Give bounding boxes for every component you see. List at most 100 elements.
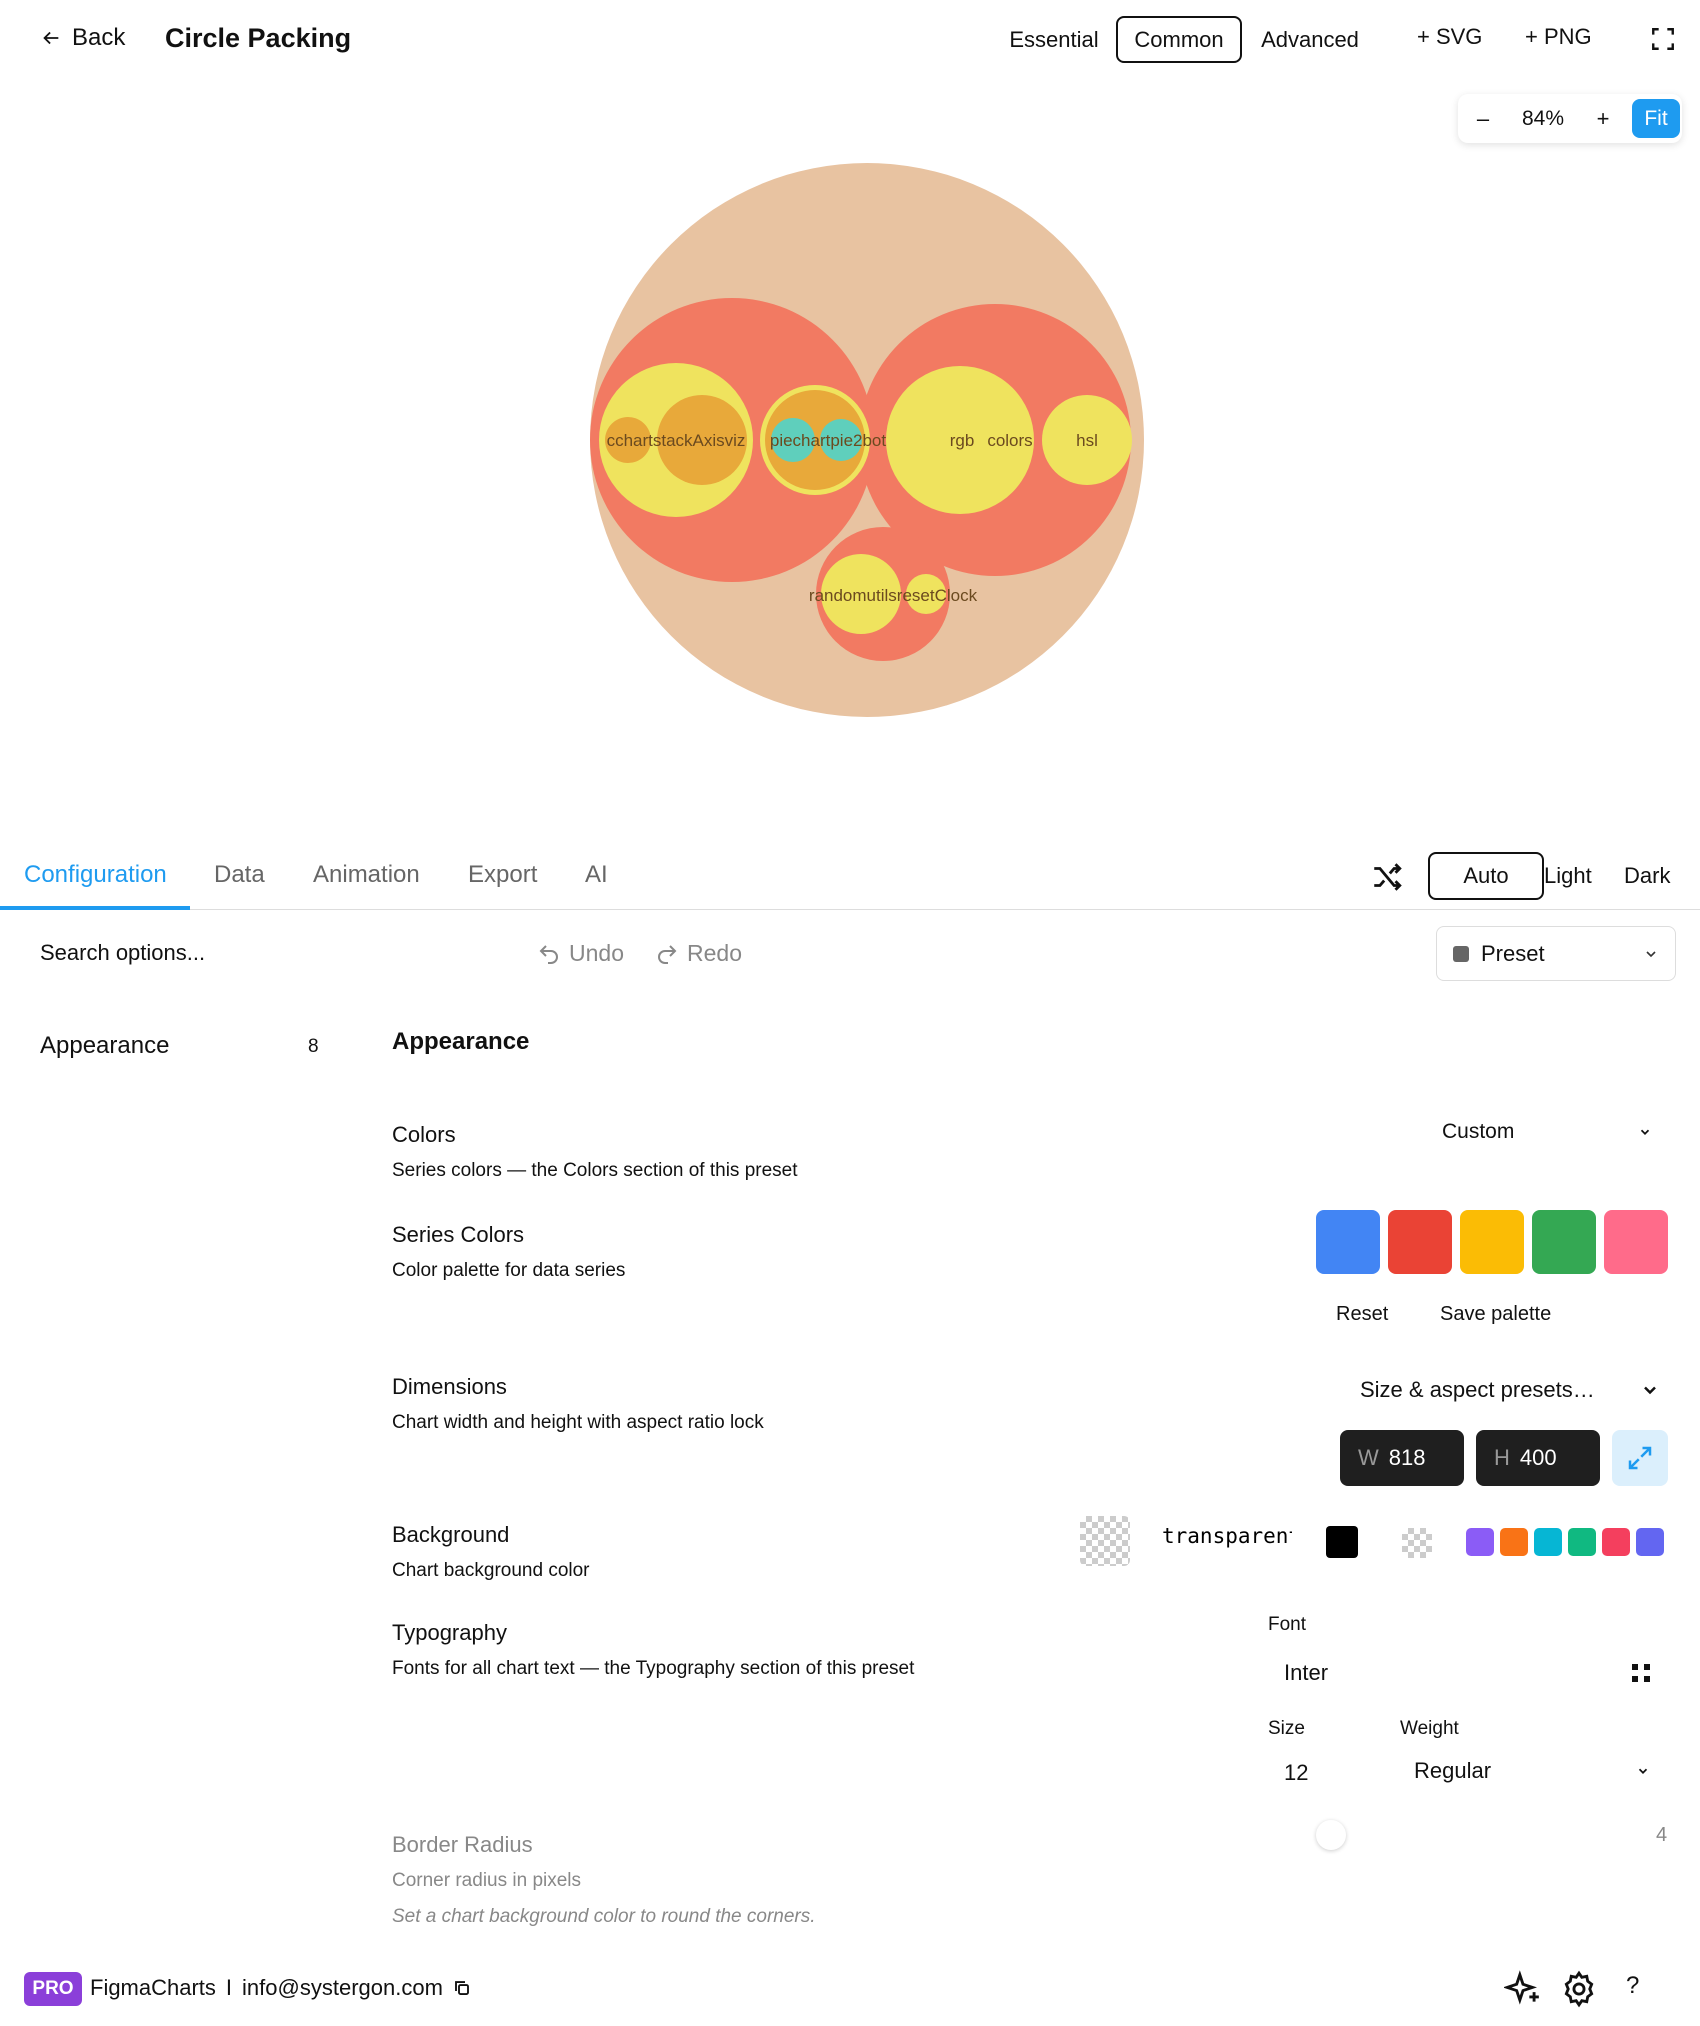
pro-badge: PRO bbox=[24, 1972, 82, 2006]
back-label: Back bbox=[72, 24, 126, 51]
series-color-swatch-5[interactable] bbox=[1604, 1210, 1668, 1274]
background-quick-swatch-3[interactable] bbox=[1534, 1528, 1562, 1556]
background-quick-swatch-5[interactable] bbox=[1602, 1528, 1630, 1556]
save-palette-button[interactable]: Save palette bbox=[1440, 1303, 1551, 1326]
preset-label: Preset bbox=[1481, 940, 1545, 966]
height-key: H bbox=[1494, 1445, 1510, 1470]
border-radius-desc: Corner radius in pixels bbox=[392, 1870, 582, 1891]
footer-separator: I bbox=[225, 1975, 233, 2000]
active-tab-indicator bbox=[0, 906, 190, 910]
background-color-preview[interactable] bbox=[1080, 1516, 1130, 1566]
weight-label: Weight bbox=[1400, 1718, 1459, 1739]
dimensions-desc: Chart width and height with aspect ratio… bbox=[392, 1412, 764, 1433]
mode-essential[interactable]: Essential bbox=[998, 16, 1110, 63]
background-black-swatch[interactable] bbox=[1326, 1526, 1358, 1558]
expand-icon bbox=[1628, 1446, 1652, 1470]
colors-select-value: Custom bbox=[1442, 1120, 1515, 1143]
mode-common[interactable]: Common bbox=[1116, 16, 1242, 63]
grid-icon[interactable] bbox=[1630, 1662, 1652, 1684]
arrow-left-icon bbox=[43, 31, 59, 45]
background-desc: Chart background color bbox=[392, 1560, 590, 1581]
chart-label-utils: randomutilsresetClock bbox=[809, 586, 978, 605]
chart-label-rgb: rgb bbox=[950, 431, 975, 450]
chart-label-pie: piechartpie2bot bbox=[770, 431, 887, 450]
copy-icon[interactable] bbox=[453, 1979, 471, 1997]
tab-configuration[interactable]: Configuration bbox=[24, 861, 167, 889]
shuffle-icon[interactable] bbox=[1370, 860, 1404, 894]
undo-button[interactable]: Undo bbox=[537, 940, 624, 967]
colors-select[interactable]: Custom bbox=[1442, 1120, 1652, 1144]
border-radius-label: Border Radius bbox=[392, 1832, 533, 1857]
ai-sparkle-icon[interactable] bbox=[1504, 1970, 1542, 2008]
background-label: Background bbox=[392, 1522, 510, 1547]
circle-packing-chart: cchartstackAxisviz piechartpie2bot rgb c… bbox=[590, 163, 1144, 717]
zoom-fit-button[interactable]: Fit bbox=[1632, 99, 1680, 138]
series-color-swatch-1[interactable] bbox=[1316, 1210, 1380, 1274]
aspect-lock-button[interactable] bbox=[1612, 1430, 1668, 1486]
tab-data[interactable]: Data bbox=[214, 861, 265, 889]
chart-label-colors: colors bbox=[987, 431, 1032, 450]
theme-auto[interactable]: Auto bbox=[1428, 852, 1544, 900]
width-field[interactable]: W bbox=[1340, 1430, 1464, 1486]
search-options-input[interactable] bbox=[40, 940, 500, 966]
tab-animation[interactable]: Animation bbox=[313, 861, 420, 889]
contact-email[interactable]: info@systergon.com bbox=[242, 1975, 443, 2001]
theme-light-label[interactable]: Light bbox=[1544, 852, 1592, 900]
series-color-swatch-2[interactable] bbox=[1388, 1210, 1452, 1274]
font-weight-select[interactable]: Regular bbox=[1414, 1758, 1491, 1784]
size-label: Size bbox=[1268, 1718, 1305, 1739]
sidebar-item-count: 8 bbox=[308, 1036, 319, 1057]
background-quick-swatch-4[interactable] bbox=[1568, 1528, 1596, 1556]
font-select[interactable]: Inter bbox=[1284, 1660, 1328, 1686]
colors-desc: Series colors — the Colors section of th… bbox=[392, 1160, 798, 1181]
redo-label: Redo bbox=[687, 940, 742, 966]
background-quick-swatch-1[interactable] bbox=[1466, 1528, 1494, 1556]
chevron-down-icon bbox=[1638, 1768, 1648, 1774]
chevron-down-icon bbox=[1640, 1129, 1650, 1135]
series-color-swatch-4[interactable] bbox=[1532, 1210, 1596, 1274]
preset-dropdown[interactable]: Preset bbox=[1436, 926, 1676, 981]
export-svg-button[interactable]: + SVG bbox=[1417, 24, 1482, 50]
settings-gear-icon[interactable] bbox=[1560, 1970, 1598, 2008]
font-size-input[interactable]: 12 bbox=[1284, 1760, 1308, 1786]
section-title: Appearance bbox=[392, 1028, 530, 1055]
page-title: Circle Packing bbox=[165, 23, 352, 53]
theme-dark[interactable]: Dark bbox=[1624, 852, 1670, 900]
background-quick-swatch-2[interactable] bbox=[1500, 1528, 1528, 1556]
undo-icon bbox=[539, 944, 558, 964]
help-icon[interactable]: ? bbox=[1626, 1972, 1639, 2000]
undo-label: Undo bbox=[569, 940, 624, 966]
mode-advanced[interactable]: Advanced bbox=[1248, 16, 1372, 63]
width-key: W bbox=[1358, 1445, 1379, 1470]
background-color-input[interactable] bbox=[1162, 1524, 1292, 1548]
tab-export[interactable]: Export bbox=[468, 861, 537, 889]
font-label: Font bbox=[1268, 1614, 1307, 1635]
sidebar-item-appearance[interactable]: Appearance bbox=[40, 1032, 169, 1060]
back-button[interactable]: Back bbox=[40, 24, 125, 52]
series-color-swatch-3[interactable] bbox=[1460, 1210, 1524, 1274]
height-input[interactable] bbox=[1519, 1445, 1580, 1471]
fullscreen-icon[interactable] bbox=[1650, 26, 1676, 52]
size-presets-dropdown[interactable]: Size & aspect presets… bbox=[1360, 1377, 1660, 1403]
zoom-control: – 84% + Fit bbox=[1458, 94, 1682, 143]
chevron-down-icon bbox=[1646, 950, 1656, 957]
typography-label: Typography bbox=[392, 1620, 507, 1645]
background-transparent-swatch[interactable] bbox=[1402, 1528, 1432, 1558]
preset-swatch bbox=[1453, 945, 1469, 962]
export-png-button[interactable]: + PNG bbox=[1525, 24, 1592, 50]
width-input[interactable] bbox=[1388, 1445, 1449, 1471]
tab-ai[interactable]: AI bbox=[585, 861, 608, 889]
zoom-out-button[interactable]: – bbox=[1458, 106, 1508, 132]
chevron-down-icon bbox=[1644, 1386, 1656, 1395]
redo-button[interactable]: Redo bbox=[655, 940, 742, 967]
colors-label: Colors bbox=[392, 1122, 456, 1147]
footer-info: FigmaCharts I info@systergon.com bbox=[90, 1975, 471, 2001]
brand-name: FigmaCharts bbox=[90, 1975, 216, 2000]
border-radius-slider-handle[interactable] bbox=[1316, 1820, 1346, 1850]
zoom-in-button[interactable]: + bbox=[1578, 106, 1628, 132]
reset-palette-button[interactable]: Reset bbox=[1336, 1303, 1388, 1326]
height-field[interactable]: H bbox=[1476, 1430, 1600, 1486]
border-radius-note: Set a chart background color to round th… bbox=[392, 1906, 816, 1927]
background-quick-swatch-6[interactable] bbox=[1636, 1528, 1664, 1556]
series-colors-desc: Color palette for data series bbox=[392, 1260, 626, 1281]
